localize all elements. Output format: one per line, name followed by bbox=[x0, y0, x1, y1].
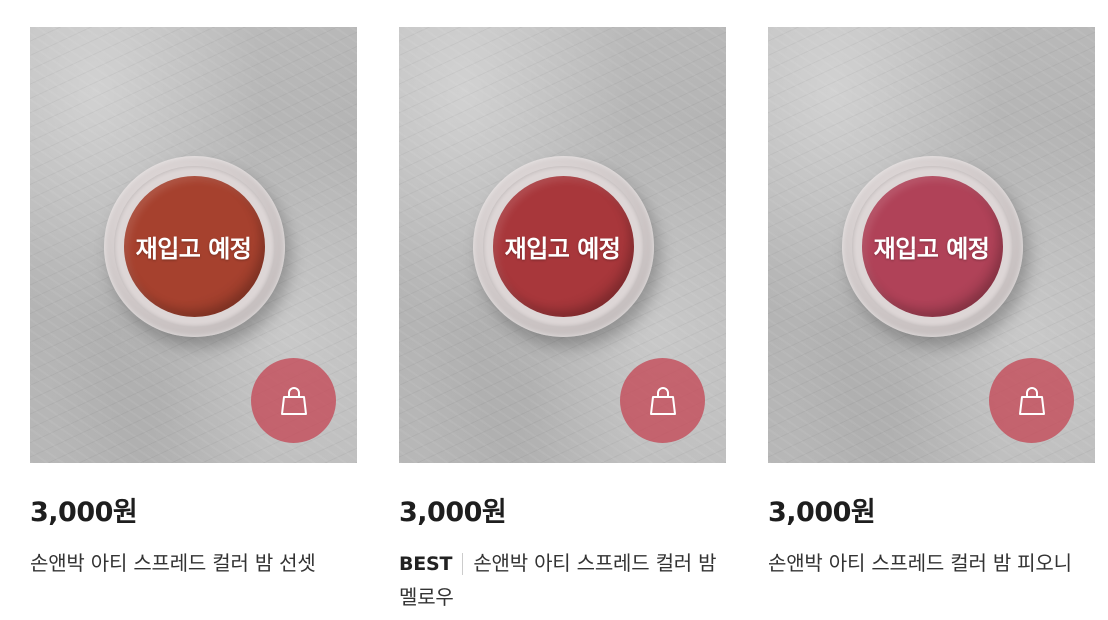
best-badge: BEST bbox=[399, 553, 464, 575]
product-card[interactable]: 재입고 예정 3,000원 손앤박 아티 스프레드 컬러 밤 선셋 bbox=[30, 27, 357, 580]
product-name-text: 손앤박 아티 스프레드 컬러 밤 피오니 bbox=[768, 551, 1072, 575]
restock-overlay-label: 재입고 예정 bbox=[873, 235, 990, 263]
add-to-cart-button[interactable] bbox=[251, 358, 336, 443]
product-name[interactable]: BEST 손앤박 아티 스프레드 컬러 밤 멜로우 bbox=[399, 547, 726, 614]
product-name-text: 손앤박 아티 스프레드 컬러 밤 선셋 bbox=[30, 551, 316, 575]
product-price: 3,000원 bbox=[768, 497, 876, 528]
product-name[interactable]: 손앤박 아티 스프레드 컬러 밤 선셋 bbox=[30, 547, 357, 580]
product-price: 3,000원 bbox=[30, 497, 138, 528]
product-image[interactable]: 재입고 예정 bbox=[30, 27, 357, 463]
product-grid: 재입고 예정 3,000원 손앤박 아티 스프레드 컬러 밤 선셋 재입고 예정 bbox=[0, 0, 1108, 620]
product-image[interactable]: 재입고 예정 bbox=[768, 27, 1095, 463]
shopping-bag-icon bbox=[649, 386, 676, 415]
restock-overlay-label: 재입고 예정 bbox=[504, 235, 621, 263]
product-name[interactable]: 손앤박 아티 스프레드 컬러 밤 피오니 bbox=[768, 547, 1095, 580]
product-price: 3,000원 bbox=[399, 497, 507, 528]
add-to-cart-button[interactable] bbox=[620, 358, 705, 443]
restock-overlay-label: 재입고 예정 bbox=[135, 235, 252, 263]
product-card[interactable]: 재입고 예정 3,000원 손앤박 아티 스프레드 컬러 밤 피오니 bbox=[768, 27, 1095, 580]
shopping-bag-icon bbox=[280, 386, 307, 415]
add-to-cart-button[interactable] bbox=[989, 358, 1074, 443]
product-card[interactable]: 재입고 예정 3,000원 BEST 손앤박 아티 스프레드 컬러 밤 멜로우 bbox=[399, 27, 726, 614]
product-image[interactable]: 재입고 예정 bbox=[399, 27, 726, 463]
shopping-bag-icon bbox=[1018, 386, 1045, 415]
